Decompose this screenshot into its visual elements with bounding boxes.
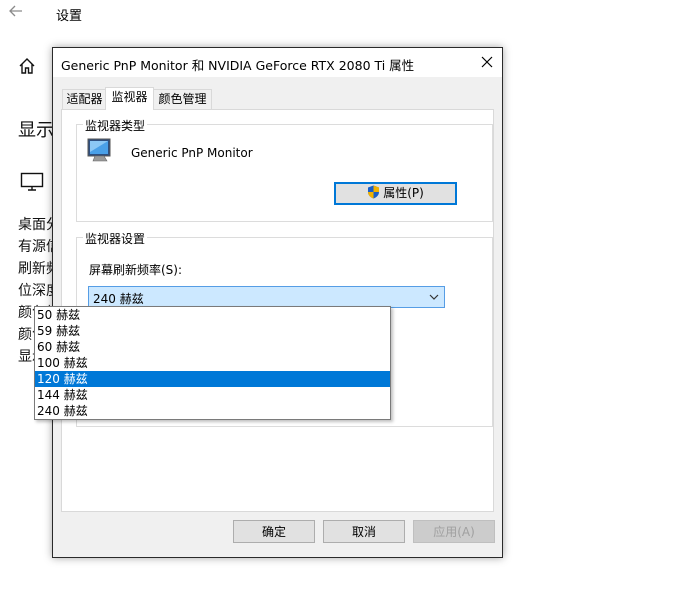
monitor-settings-label: 监视器设置: [83, 230, 148, 247]
monitor-icon: [20, 172, 44, 195]
refresh-rate-dropdown: 50 赫兹 59 赫兹 60 赫兹 100 赫兹 120 赫兹 144 赫兹 2…: [34, 306, 391, 420]
tab-monitor[interactable]: 监视器: [105, 87, 154, 110]
apply-button[interactable]: 应用(A): [413, 520, 495, 543]
refresh-option[interactable]: 59 赫兹: [35, 323, 390, 339]
refresh-rate-select[interactable]: 240 赫兹: [88, 286, 445, 308]
refresh-option[interactable]: 50 赫兹: [35, 307, 390, 323]
refresh-rate-value: 240 赫兹: [93, 292, 144, 306]
close-button[interactable]: [472, 48, 502, 77]
refresh-option[interactable]: 144 赫兹: [35, 387, 390, 403]
back-arrow-icon[interactable]: [8, 3, 24, 23]
tab-color-management[interactable]: 颜色管理: [153, 89, 212, 109]
dialog-titlebar[interactable]: Generic PnP Monitor 和 NVIDIA GeForce RTX…: [53, 48, 502, 77]
refresh-option-highlighted[interactable]: 120 赫兹: [35, 371, 390, 387]
monitor-name: Generic PnP Monitor: [131, 146, 253, 160]
monitor-type-group: 监视器类型 Generic PnP Monitor 属性(P): [76, 117, 493, 222]
ok-button[interactable]: 确定: [233, 520, 315, 543]
cancel-button[interactable]: 取消: [323, 520, 405, 543]
refresh-option[interactable]: 240 赫兹: [35, 403, 390, 419]
properties-button[interactable]: 属性(P): [334, 182, 457, 205]
properties-button-label: 属性(P): [383, 186, 424, 200]
settings-title: 设置: [56, 9, 83, 24]
dialog-title: Generic PnP Monitor 和 NVIDIA GeForce RTX…: [61, 58, 415, 73]
chevron-down-icon: [429, 294, 439, 300]
monitor-device-icon: [85, 136, 115, 169]
refresh-option[interactable]: 60 赫兹: [35, 339, 390, 355]
refresh-rate-label: 屏幕刷新频率(S):: [89, 263, 183, 277]
close-icon: [481, 56, 493, 68]
monitor-type-label: 监视器类型: [83, 117, 148, 134]
page-heading: 显示: [18, 120, 54, 141]
uac-shield-icon: [368, 185, 380, 199]
home-icon[interactable]: [17, 56, 37, 79]
monitor-properties-dialog: Generic PnP Monitor 和 NVIDIA GeForce RTX…: [52, 47, 503, 558]
refresh-option[interactable]: 100 赫兹: [35, 355, 390, 371]
tab-adapter[interactable]: 适配器: [62, 89, 107, 109]
